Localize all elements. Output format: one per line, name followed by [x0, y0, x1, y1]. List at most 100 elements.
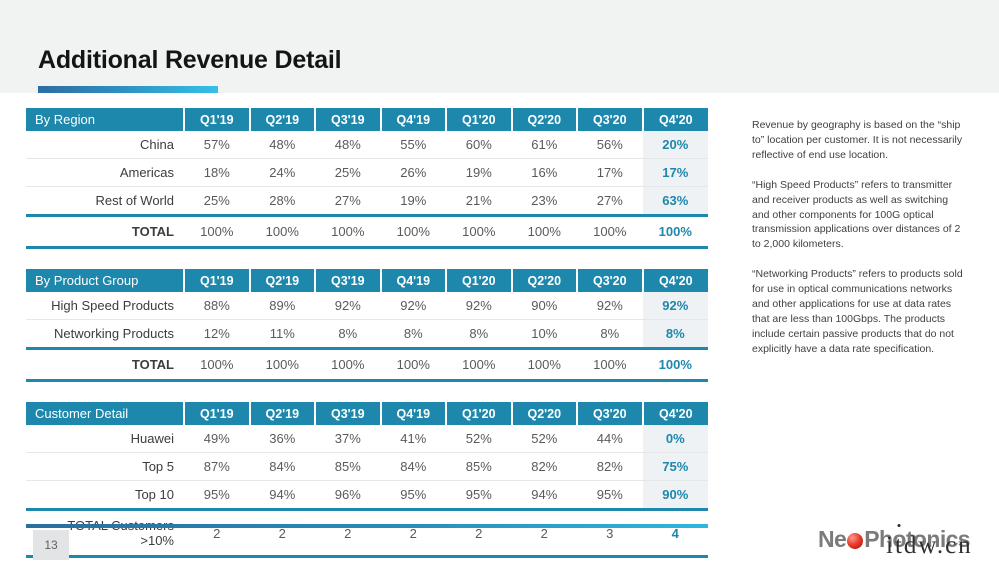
data-cell: 94%	[249, 480, 315, 510]
table-row: High Speed Products 88% 89% 92% 92% 92% 90% 92%…	[26, 292, 708, 320]
table-row: Top 10 95% 94% 96% 95% 95% 94% 95% 90%	[26, 480, 708, 510]
total-data-cell: 100%	[380, 347, 446, 382]
column-header-quarter: Q3'20	[577, 269, 644, 292]
data-cell: 95%	[446, 480, 512, 510]
data-cell: 8%	[642, 319, 708, 349]
data-cell: 57%	[184, 131, 250, 159]
data-cell: 27%	[315, 186, 381, 216]
note-paragraph: “Networking Products” refers to products…	[752, 268, 963, 355]
data-cell: 0%	[642, 425, 708, 453]
data-cell: 19%	[380, 186, 446, 216]
total-data-cell: 100%	[315, 347, 381, 382]
data-cell: 56%	[577, 131, 643, 159]
table-total-row: TOTAL Customers>10%22222234	[26, 508, 708, 558]
data-cell: 88%	[184, 292, 250, 320]
watermark: itdw.cn	[886, 532, 973, 559]
data-cell: 44%	[577, 425, 643, 453]
data-cell: 25%	[315, 158, 381, 187]
data-cell: 48%	[249, 131, 315, 159]
table-total-row: TOTAL 100% 100% 100% 100% 100% 100% 100% 100%	[26, 214, 708, 249]
column-header-category: By Product Group	[26, 269, 185, 292]
data-cell: 89%	[249, 292, 315, 320]
row-label: Top 10	[26, 480, 184, 510]
total-data-cell: 100%	[642, 347, 708, 382]
data-cell: 8%	[315, 319, 381, 349]
total-data-cell: 100%	[446, 347, 512, 382]
total-data-cell: 100%	[184, 347, 250, 382]
column-header-quarter: Q2'20	[511, 402, 578, 425]
note-paragraph: Revenue by geography is based on the “sh…	[752, 119, 963, 161]
data-cell: 60%	[446, 131, 512, 159]
column-header-category: By Region	[26, 108, 185, 131]
data-cell: 48%	[315, 131, 381, 159]
table-header-row: By Product Group Q1'19 Q2'19 Q3'19 Q4'19 Q1'2…	[26, 269, 708, 292]
table-header-row: By Region Q1'19 Q2'19 Q3'19 Q4'19 Q1'20 Q2'20 Q…	[26, 108, 708, 131]
column-header-quarter: Q4'20	[642, 108, 708, 131]
table-row: Huawei 49% 36% 37% 41% 52% 52% 44% 0%	[26, 425, 708, 453]
column-header-quarter: Q3'20	[577, 402, 644, 425]
table-row: Top 5 87% 84% 85% 84% 85% 82% 82% 75%	[26, 452, 708, 481]
data-cell: 27%	[577, 186, 643, 216]
data-cell: 17%	[577, 158, 643, 187]
column-header-category: Customer Detail	[26, 402, 185, 425]
data-cell: 20%	[642, 131, 708, 159]
table-row: Networking Products 12% 11% 8% 8% 8% 10% 8% 8%	[26, 319, 708, 349]
column-header-quarter: Q4'20	[642, 269, 708, 292]
total-row-label: TOTAL	[26, 347, 184, 382]
column-header-quarter: Q3'19	[315, 269, 382, 292]
data-cell: 28%	[249, 186, 315, 216]
table-row: Rest of World 25% 28% 27% 19% 21% 23% 27% 63%	[26, 186, 708, 216]
column-header-quarter: Q1'20	[446, 402, 513, 425]
data-cell: 95%	[380, 480, 446, 510]
total-data-cell: 100%	[446, 214, 512, 249]
total-data-cell: 100%	[184, 214, 250, 249]
data-cell: 84%	[380, 452, 446, 481]
total-data-cell: 100%	[249, 214, 315, 249]
data-cell: 61%	[511, 131, 577, 159]
data-cell: 55%	[380, 131, 446, 159]
data-cell: 24%	[249, 158, 315, 187]
table-customer-detail: Customer Detail Q1'19 Q2'19 Q3'19 Q4'19 Q1'20…	[26, 402, 708, 558]
total-data-cell: 2	[184, 508, 250, 558]
total-data-cell: 3	[577, 508, 643, 558]
total-data-cell: 4	[642, 508, 708, 558]
row-label: Americas	[26, 158, 184, 187]
column-header-quarter: Q1'19	[184, 108, 251, 131]
data-cell: 95%	[184, 480, 250, 510]
table-total-row: TOTAL 100% 100% 100% 100% 100% 100% 100% 100%	[26, 347, 708, 382]
row-label: China	[26, 131, 184, 159]
column-header-quarter: Q1'20	[446, 269, 513, 292]
column-header-quarter: Q1'19	[184, 269, 251, 292]
data-cell: 92%	[642, 292, 708, 320]
data-cell: 52%	[446, 425, 512, 453]
data-cell: 37%	[315, 425, 381, 453]
data-cell: 8%	[380, 319, 446, 349]
row-label: Networking Products	[26, 319, 184, 349]
data-cell: 16%	[511, 158, 577, 187]
data-cell: 8%	[577, 319, 643, 349]
data-cell: 23%	[511, 186, 577, 216]
page-title: Additional Revenue Detail	[38, 46, 342, 74]
logo-text-prefix: Ne	[818, 525, 847, 552]
data-cell: 87%	[184, 452, 250, 481]
total-data-cell: 100%	[577, 347, 643, 382]
data-cell: 49%	[184, 425, 250, 453]
data-cell: 41%	[380, 425, 446, 453]
data-cell: 95%	[577, 480, 643, 510]
data-cell: 18%	[184, 158, 250, 187]
data-cell: 11%	[249, 319, 315, 349]
tables-container: By Region Q1'19 Q2'19 Q3'19 Q4'19 Q1'20 Q2'20 Q…	[26, 108, 708, 558]
total-data-cell: 100%	[511, 214, 577, 249]
data-cell: 25%	[184, 186, 250, 216]
data-cell: 63%	[642, 186, 708, 216]
data-cell: 17%	[642, 158, 708, 187]
total-data-cell: 2	[315, 508, 381, 558]
table-by-region: By Region Q1'19 Q2'19 Q3'19 Q4'19 Q1'20 Q2'20 Q…	[26, 108, 708, 249]
data-cell: 96%	[315, 480, 381, 510]
total-data-cell: 100%	[577, 214, 643, 249]
data-cell: 82%	[577, 452, 643, 481]
logo-sphere-icon	[847, 533, 864, 549]
table-by-product-group: By Product Group Q1'19 Q2'19 Q3'19 Q4'19 Q1'2…	[26, 269, 708, 382]
data-cell: 36%	[249, 425, 315, 453]
footer-accent-rule	[26, 524, 708, 528]
